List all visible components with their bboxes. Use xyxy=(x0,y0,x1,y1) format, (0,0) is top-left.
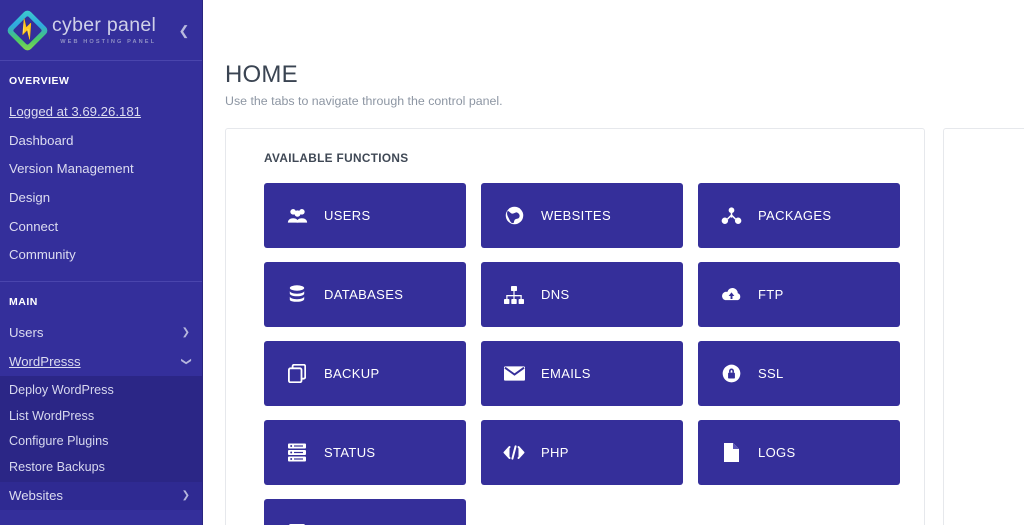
file-icon xyxy=(720,442,742,464)
sidebar-item-label: List WordPress xyxy=(9,408,95,423)
sidebar-group-main: Users ❯ WordPresss ❯ Deploy WordPress Li… xyxy=(0,318,202,511)
sidebar-item-label: Deploy WordPress xyxy=(9,383,114,398)
function-button-label: DNS xyxy=(541,287,570,303)
function-button-label: BACKUP xyxy=(324,366,380,382)
sidebar-item-label: Dashboard xyxy=(9,132,74,148)
sidebar-item-restore-backups[interactable]: Restore Backups xyxy=(0,454,202,480)
main-content: HOME Use the tabs to navigate through th… xyxy=(203,0,1024,525)
function-button-label: LOGS xyxy=(758,445,796,461)
function-button-partial[interactable] xyxy=(264,499,466,525)
copy-icon xyxy=(286,363,308,385)
chevron-down-icon: ❯ xyxy=(180,356,192,366)
sidebar-item-label: Websites xyxy=(9,488,63,504)
function-button-label: EMAILS xyxy=(541,366,591,382)
sidebar-item-label: Community xyxy=(9,247,76,263)
function-button-label: STATUS xyxy=(324,445,376,461)
sidebar-item-community[interactable]: Community xyxy=(0,240,202,269)
sidebar-item-label: Users xyxy=(9,324,44,340)
resource-label: Disk Usage xyxy=(964,479,1024,493)
brand-header[interactable]: ⚡ cyber panel WEB HOSTING PANEL ❮ xyxy=(0,0,202,60)
chevron-right-icon: ❯ xyxy=(181,490,190,502)
database-icon xyxy=(286,284,308,306)
brand-tagline: WEB HOSTING PANEL xyxy=(60,38,157,45)
server-icon xyxy=(286,442,308,464)
function-button-label: PACKAGES xyxy=(758,208,832,224)
function-button-ssl[interactable]: SSL xyxy=(698,341,900,407)
function-button-ftp[interactable]: FTP xyxy=(698,262,900,328)
partial-icon xyxy=(286,521,308,525)
sidebar-item-label: Version Management xyxy=(9,161,134,177)
page-subtitle: Use the tabs to navigate through the con… xyxy=(225,94,503,109)
sidebar-item-label: Logged at 3.69.26.181 xyxy=(9,103,141,119)
function-button-label: WEBSITES xyxy=(541,208,611,224)
sidebar-group-overview: Logged at 3.69.26.181 Dashboard Version … xyxy=(0,97,202,269)
sidebar-item-design[interactable]: Design xyxy=(0,183,202,212)
chevron-right-icon: ❯ xyxy=(181,326,190,338)
function-button-backup[interactable]: BACKUP xyxy=(264,341,466,407)
users-icon xyxy=(286,205,308,227)
sidebar-item-logged-at[interactable]: Logged at 3.69.26.181 xyxy=(0,97,202,126)
panels-row: AVAILABLE FUNCTIONS USERS WEBSITES PACKA… xyxy=(203,108,1024,525)
lock-shield-icon xyxy=(720,363,742,385)
function-button-websites[interactable]: WEBSITES xyxy=(481,183,683,249)
function-button-php[interactable]: PHP xyxy=(481,420,683,486)
brand-name: cyber panel xyxy=(52,14,157,37)
code-icon xyxy=(503,442,525,464)
envelope-icon xyxy=(503,363,525,385)
sitemap-icon xyxy=(503,284,525,306)
sidebar-section-main-label: MAIN xyxy=(9,296,38,309)
functions-grid: USERS WEBSITES PACKAGES DATABASES DNS FT… xyxy=(264,183,900,525)
sidebar-item-dashboard[interactable]: Dashboard xyxy=(0,126,202,155)
page-title: HOME xyxy=(225,61,298,88)
function-button-users[interactable]: USERS xyxy=(264,183,466,249)
sidebar-item-label: Restore Backups xyxy=(9,459,105,474)
function-button-packages[interactable]: PACKAGES xyxy=(698,183,900,249)
resources-title: RESOURCES xyxy=(964,151,1024,165)
function-button-databases[interactable]: DATABASES xyxy=(264,262,466,328)
sidebar-item-label: Design xyxy=(9,189,51,205)
sidebar-item-wordpress[interactable]: WordPresss ❯ xyxy=(0,347,202,376)
sidebar-submenu-wordpress: Deploy WordPress List WordPress Configur… xyxy=(0,375,202,482)
resource-ram: Ram Usage xyxy=(964,331,1024,469)
function-button-emails[interactable]: EMAILS xyxy=(481,341,683,407)
sidebar-item-version-management[interactable]: Version Management xyxy=(0,154,202,183)
sidebar-item-websites[interactable]: Websites ❯ xyxy=(0,481,202,511)
sidebar: ⚡ cyber panel WEB HOSTING PANEL ❮ OVERVI… xyxy=(0,0,203,525)
sidebar-item-users[interactable]: Users ❯ xyxy=(0,318,202,347)
function-button-label: PHP xyxy=(541,445,569,461)
function-button-status[interactable]: STATUS xyxy=(264,420,466,486)
sidebar-section-overview-label: OVERVIEW xyxy=(9,75,70,87)
sidebar-item-list-wordpress[interactable]: List WordPress xyxy=(0,403,202,429)
packages-icon xyxy=(720,205,742,227)
resources-card: RESOURCES CPU Usage Ram Usage Disk Usage xyxy=(943,128,1024,525)
sidebar-item-label: Configure Plugins xyxy=(9,434,109,449)
function-button-label: USERS xyxy=(324,208,371,224)
sidebar-item-label: WordPresss xyxy=(9,353,81,369)
page-header: HOME Use the tabs to navigate through th… xyxy=(203,0,1024,108)
logo-bolt-icon: ⚡ xyxy=(13,15,42,44)
function-button-dns[interactable]: DNS xyxy=(481,262,683,328)
chevron-left-icon[interactable]: ❮ xyxy=(174,20,194,40)
sidebar-item-connect[interactable]: Connect xyxy=(0,212,202,241)
function-button-label: DATABASES xyxy=(324,287,404,303)
resource-label: Ram Usage xyxy=(964,331,1024,345)
resource-label: CPU Usage xyxy=(964,183,1024,197)
function-button-label: FTP xyxy=(758,287,784,303)
available-functions-card: AVAILABLE FUNCTIONS USERS WEBSITES PACKA… xyxy=(225,128,925,525)
cloud-upload-icon xyxy=(720,284,742,306)
resource-disk: Disk Usage xyxy=(964,479,1024,525)
available-functions-title: AVAILABLE FUNCTIONS xyxy=(264,151,409,166)
sidebar-item-label: Connect xyxy=(9,218,59,234)
sidebar-item-deploy-wordpress[interactable]: Deploy WordPress xyxy=(0,378,202,404)
function-button-label: SSL xyxy=(758,366,784,382)
resource-cpu: CPU Usage xyxy=(964,183,1024,321)
function-button-logs[interactable]: LOGS xyxy=(698,420,900,486)
sidebar-item-configure-plugins[interactable]: Configure Plugins xyxy=(0,429,202,455)
globe-icon xyxy=(503,205,525,227)
app-root: ⚡ cyber panel WEB HOSTING PANEL ❮ OVERVI… xyxy=(0,0,1024,525)
